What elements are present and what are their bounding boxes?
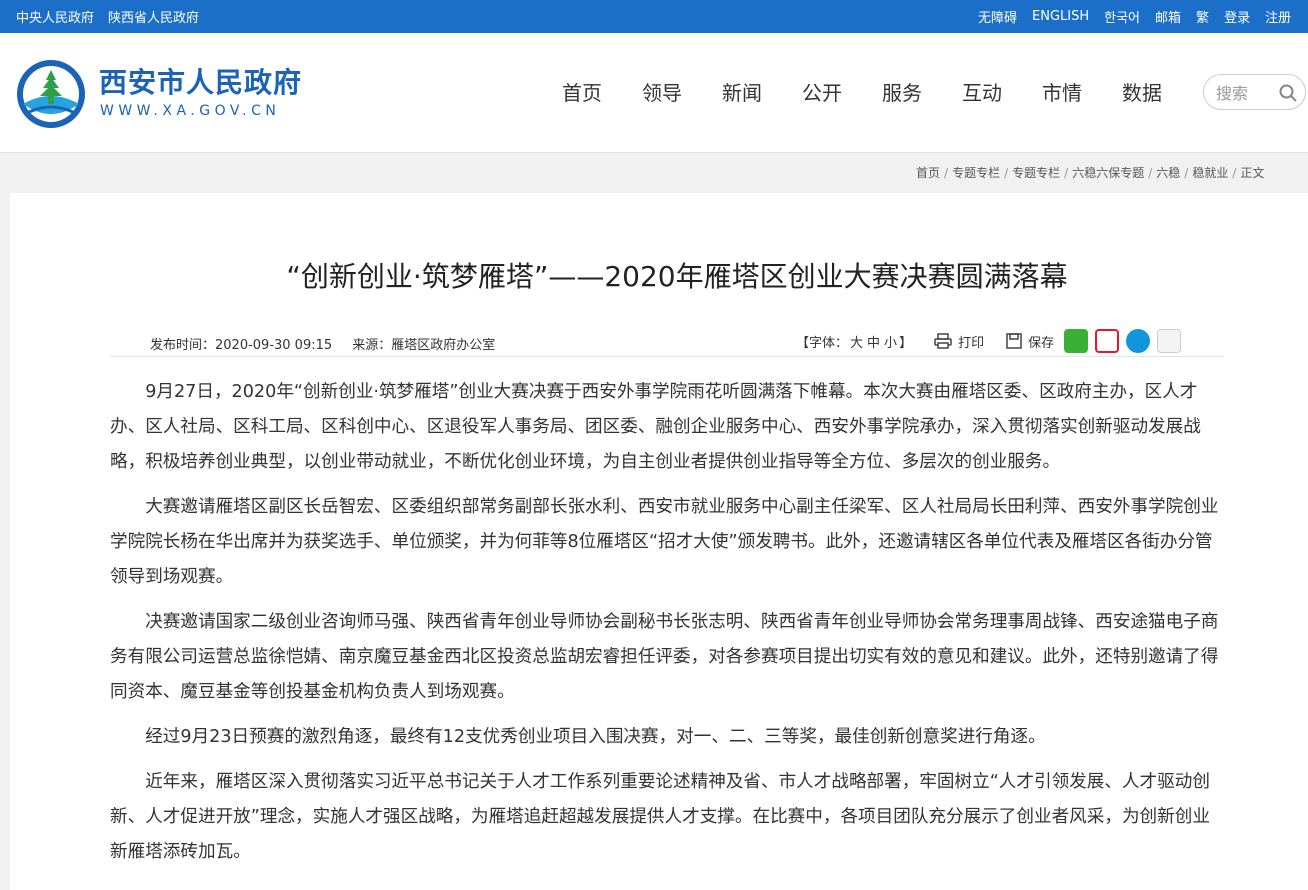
nav-leaders[interactable]: 领导 — [622, 77, 702, 106]
nav-services[interactable]: 服务 — [862, 77, 942, 106]
save-button[interactable]: 保存 — [1006, 332, 1054, 351]
font-size-control: 【字体：大中小】 — [796, 332, 912, 351]
print-button[interactable]: 打印 — [934, 332, 984, 351]
search-box — [1203, 74, 1306, 110]
link-korean[interactable]: 한국어 — [1104, 7, 1140, 26]
link-login[interactable]: 登录 — [1224, 7, 1250, 26]
breadcrumb-topics-2[interactable]: 专题专栏 — [1012, 166, 1060, 180]
article-paragraph: 9月27日，2020年“创新创业·筑梦雁塔”创业大赛决赛于西安外事学院雨花听圆满… — [110, 382, 1201, 472]
link-accessibility[interactable]: 无障碍 — [978, 7, 1017, 26]
breadcrumb-topics[interactable]: 专题专栏 — [952, 166, 1000, 180]
link-english[interactable]: ENGLISH — [1032, 9, 1089, 24]
article-source: 来源：雁塔区政府办公室 — [352, 338, 496, 353]
font-size-bracket: 】 — [899, 335, 913, 351]
link-register[interactable]: 注册 — [1265, 7, 1291, 26]
link-shaanxi-government[interactable]: 陕西省人民政府 — [108, 7, 199, 26]
breadcrumb-home[interactable]: 首页 — [916, 166, 940, 180]
search-input[interactable] — [1216, 82, 1276, 104]
copy-link-icon[interactable] — [1157, 329, 1182, 353]
font-size-label: 【字体： — [796, 335, 849, 351]
article-meta: 发布时间：2020-09-30 09:15 来源：雁塔区政府办公室 【字体：大中… — [110, 327, 1224, 357]
publish-time: 发布时间：2020-09-30 09:15 — [150, 338, 333, 353]
font-size-small[interactable]: 小 — [884, 336, 897, 351]
nav-city-info[interactable]: 市情 — [1022, 77, 1102, 106]
breadcrumb-current: 正文 — [1240, 166, 1265, 180]
font-size-medium[interactable]: 中 — [867, 336, 880, 351]
article-title: “创新创业·筑梦雁塔”——2020年雁塔区创业大赛决赛圆满落幕 — [286, 260, 1068, 293]
nav-interaction[interactable]: 互动 — [942, 77, 1022, 106]
breadcrumb: 首页 / 专题专栏 / 专题专栏 / 六稳六保专题 / 六稳 / 稳就业 / 正文 — [916, 166, 1265, 180]
article-paragraph: 经过9月23日预赛的激烈角逐，最终有12支优秀创业项目入围决赛，对一、二、三等奖… — [145, 727, 1046, 747]
top-bar-right-links: 无障碍 ENGLISH 한국어 邮箱 繁 登录 注册 — [978, 0, 1291, 33]
article-paragraph: 决赛邀请国家二级创业咨询师马强、陕西省青年创业导师协会副秘书长张志明、陕西省青年… — [110, 612, 1219, 702]
printer-icon — [934, 333, 952, 349]
site-url: WWW.XA.GOV.CN — [100, 103, 281, 119]
wechat-share-icon[interactable] — [1064, 329, 1089, 353]
link-central-government[interactable]: 中央人民政府 — [16, 7, 94, 26]
weibo-share-icon[interactable] — [1095, 329, 1120, 353]
site-header: 西安市人民政府 WWW.XA.GOV.CN 首页 领导 新闻 公开 服务 互动 … — [0, 33, 1308, 153]
article-card: “创新创业·筑梦雁塔”——2020年雁塔区创业大赛决赛圆满落幕 发布时间：202… — [10, 193, 1308, 890]
nav-home[interactable]: 首页 — [542, 77, 622, 106]
link-mailbox[interactable]: 邮箱 — [1155, 7, 1181, 26]
breadcrumb-six-stability[interactable]: 六稳六保专题 — [1072, 166, 1144, 180]
nav-data[interactable]: 数据 — [1102, 77, 1182, 106]
article-paragraph: 近年来，雁塔区深入贯彻落实习近平总书记关于人才工作系列重要论述精神及省、市人才战… — [110, 772, 1210, 862]
breadcrumb-employment[interactable]: 稳就业 — [1192, 166, 1228, 180]
main-nav: 首页 领导 新闻 公开 服务 互动 市情 数据 — [542, 77, 1182, 106]
share-buttons — [1064, 329, 1182, 353]
qq-share-icon[interactable] — [1126, 329, 1151, 353]
site-name: 西安市人民政府 — [99, 66, 303, 99]
nav-disclosure[interactable]: 公开 — [782, 77, 862, 106]
nav-news[interactable]: 新闻 — [702, 77, 782, 106]
article-paragraph: 大赛邀请雁塔区副区长岳智宏、区委组织部常务副部长张水利、西安市就业服务中心副主任… — [110, 497, 1219, 587]
search-icon[interactable] — [1278, 83, 1298, 103]
top-bar: 中央人民政府 陕西省人民政府 无障碍 ENGLISH 한국어 邮箱 繁 登录 注… — [0, 0, 1308, 33]
font-size-large[interactable]: 大 — [850, 336, 863, 351]
link-traditional-chinese[interactable]: 繁 — [1196, 7, 1209, 26]
save-label: 保存 — [1028, 335, 1055, 351]
top-bar-left-links: 中央人民政府 陕西省人民政府 — [16, 0, 199, 33]
article-body: 9月27日，2020年“创新创业·筑梦雁塔”创业大赛决赛于西安外事学院雨花听圆满… — [110, 375, 1220, 880]
save-disk-icon — [1006, 333, 1022, 349]
print-label: 打印 — [958, 335, 985, 351]
breadcrumb-six-stable[interactable]: 六稳 — [1156, 166, 1180, 180]
city-logo-icon[interactable] — [15, 58, 87, 130]
